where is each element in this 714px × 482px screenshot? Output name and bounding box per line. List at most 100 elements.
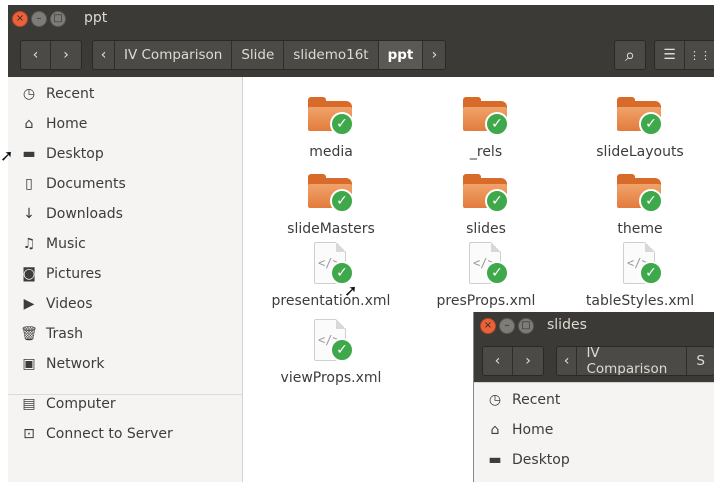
sidebar-item-desktop[interactable]: ▬ Desktop — [8, 140, 243, 168]
folder-icon: ✓ — [615, 93, 665, 143]
folder-icon: ✓ — [461, 170, 511, 220]
toolbar: ‹ › ‹ IV Comparison S — [474, 340, 714, 382]
history-buttons: ‹ › — [482, 346, 544, 376]
file-item-tablestyles-xml[interactable]: </> ✓ tableStyles.xml — [565, 242, 714, 309]
file-item-presentation-xml[interactable]: </> ✓ presentation.xml — [256, 242, 406, 309]
sidebar-item-desktop[interactable]: ▬ Desktop — [474, 446, 709, 474]
breadcrumb-ppt[interactable]: ppt — [378, 41, 424, 69]
chevron-left-icon: ‹ — [100, 47, 107, 63]
home-icon: ⌂ — [24, 116, 34, 132]
file-item-slidemasters[interactable]: ✓ slideMasters — [256, 170, 406, 237]
list-view-button[interactable]: ☰ — [655, 41, 685, 69]
chevron-left-icon: ‹ — [563, 353, 570, 369]
file-item-slides[interactable]: ✓ slides — [411, 170, 561, 237]
file-name: theme — [617, 221, 663, 237]
back-button[interactable]: ‹ — [21, 41, 51, 69]
file-item-theme[interactable]: ✓ theme — [565, 170, 714, 237]
sidebar-item-downloads[interactable]: ↓ Downloads — [8, 200, 243, 228]
sync-check-icon: ✓ — [485, 261, 509, 285]
maximize-window-button[interactable]: □ — [50, 11, 66, 27]
home-icon: ⌂ — [490, 422, 500, 438]
sidebar-item-connect-to-server[interactable]: ⊡ Connect to Server — [8, 420, 243, 448]
file-name: tableStyles.xml — [585, 293, 695, 309]
close-window-button[interactable]: × — [480, 318, 496, 334]
search-button[interactable]: ⌕ — [615, 41, 645, 69]
sidebar-item-videos[interactable]: ▶ Videos — [8, 290, 243, 318]
computer-icon: ▤ — [22, 396, 36, 412]
sync-check-icon: ✓ — [485, 189, 509, 213]
sidebar-item-documents[interactable]: ▯ Documents — [8, 170, 243, 198]
maximize-window-button[interactable]: □ — [518, 318, 534, 334]
chevron-right-icon: › — [63, 47, 69, 63]
sidebar-item-network[interactable]: ▣ Network — [8, 350, 243, 378]
sync-check-icon: ✓ — [639, 189, 663, 213]
sidebar-item-home[interactable]: ⌂ Home — [474, 416, 709, 444]
file-item-rels[interactable]: ✓ _rels — [411, 93, 561, 160]
sidebar-item-home[interactable]: ⌂ Home — [8, 110, 243, 138]
folder-icon: ▬ — [488, 452, 502, 468]
sidebar-item-label: Network — [46, 356, 105, 372]
chevron-right-icon: › — [525, 353, 531, 369]
file-name: presentation.xml — [271, 293, 391, 309]
forward-button[interactable]: › — [51, 41, 81, 69]
breadcrumb-scroll-left-button[interactable]: ‹ — [93, 41, 115, 69]
sidebar-item-computer[interactable]: ▤ Computer — [8, 390, 243, 418]
search-group: ⌕ — [614, 40, 646, 70]
sidebar-item-music[interactable]: ♫ Music — [8, 230, 243, 258]
sidebar-item-label: Pictures — [46, 266, 102, 282]
mouse-pointer-icon: ➚ — [344, 281, 358, 300]
sidebar-item-label: Videos — [46, 296, 93, 312]
document-icon: ▯ — [25, 176, 33, 192]
folder-icon: ✓ — [461, 93, 511, 143]
close-window-button[interactable]: × — [12, 11, 28, 27]
sidebar-item-label: Trash — [46, 326, 83, 342]
file-item-media[interactable]: ✓ media — [256, 93, 406, 160]
chevron-left-icon: ‹ — [494, 353, 501, 369]
chevron-right-icon: › — [431, 47, 438, 63]
sync-check-icon: ✓ — [485, 112, 509, 136]
window-title: ppt — [84, 10, 108, 26]
slides-window: × – □ slides ‹ › ‹ IV Comparison S ◷ Rece… — [473, 312, 714, 482]
back-button[interactable]: ‹ — [483, 347, 513, 375]
title-bar: × – □ ppt — [8, 5, 714, 33]
file-name: presProps.xml — [436, 293, 536, 309]
places-sidebar: ◷ Recent ⌂ Home ▬ Desktop — [474, 382, 714, 482]
file-name: _rels — [469, 144, 503, 160]
file-name: media — [309, 144, 353, 160]
download-icon: ↓ — [23, 206, 35, 222]
clock-icon: ◷ — [22, 86, 36, 102]
file-name: slideLayouts — [596, 144, 684, 160]
chevron-left-icon: ‹ — [32, 47, 39, 63]
folder-icon: ✓ — [306, 93, 356, 143]
breadcrumb-iv-comparison[interactable]: IV Comparison — [115, 41, 233, 69]
sync-check-icon: ✓ — [330, 338, 354, 362]
folder-icon: ✓ — [306, 170, 356, 220]
sidebar-item-label: Home — [512, 422, 554, 438]
sidebar-item-label: Recent — [46, 86, 95, 102]
breadcrumb-slidemo16t[interactable]: slidemo16t — [284, 41, 379, 69]
breadcrumb-scroll-right-button[interactable]: › — [423, 41, 446, 69]
file-item-slidelayouts[interactable]: ✓ slideLayouts — [565, 93, 714, 160]
toolbar: ‹ › ‹ IV Comparison Slide slidemo16t ppt… — [8, 33, 714, 77]
places-sidebar: ◷ Recent ⌂ Home ▬ Desktop ▯ Documents ↓ Downl… — [8, 77, 243, 482]
sidebar-item-trash[interactable]: 🗑 Trash — [8, 320, 243, 348]
minimize-window-button[interactable]: – — [499, 318, 515, 334]
sync-check-icon: ✓ — [639, 112, 663, 136]
file-item-presprops-xml[interactable]: </> ✓ presProps.xml — [411, 242, 561, 309]
forward-button[interactable]: › — [513, 347, 543, 375]
breadcrumb-slide[interactable]: S — [687, 347, 714, 375]
breadcrumb-iv-comparison[interactable]: IV Comparison — [577, 347, 688, 375]
sync-check-icon: ✓ — [639, 261, 663, 285]
breadcrumb-scroll-left-button[interactable]: ‹ — [557, 347, 578, 375]
breadcrumb-slide[interactable]: Slide — [232, 41, 285, 69]
sidebar-item-pictures[interactable]: ◙ Pictures — [8, 260, 243, 288]
minimize-window-button[interactable]: – — [31, 11, 47, 27]
music-icon: ♫ — [22, 236, 36, 252]
file-name: viewProps.xml — [280, 370, 382, 386]
sidebar-item-recent[interactable]: ◷ Recent — [474, 386, 709, 414]
window-title: slides — [547, 317, 587, 333]
sidebar-item-recent[interactable]: ◷ Recent — [8, 80, 243, 108]
grid-view-button[interactable]: ⋮⋮ — [685, 41, 714, 69]
file-item-viewprops-xml[interactable]: </> ✓ viewProps.xml — [256, 319, 406, 386]
clock-icon: ◷ — [488, 392, 502, 408]
